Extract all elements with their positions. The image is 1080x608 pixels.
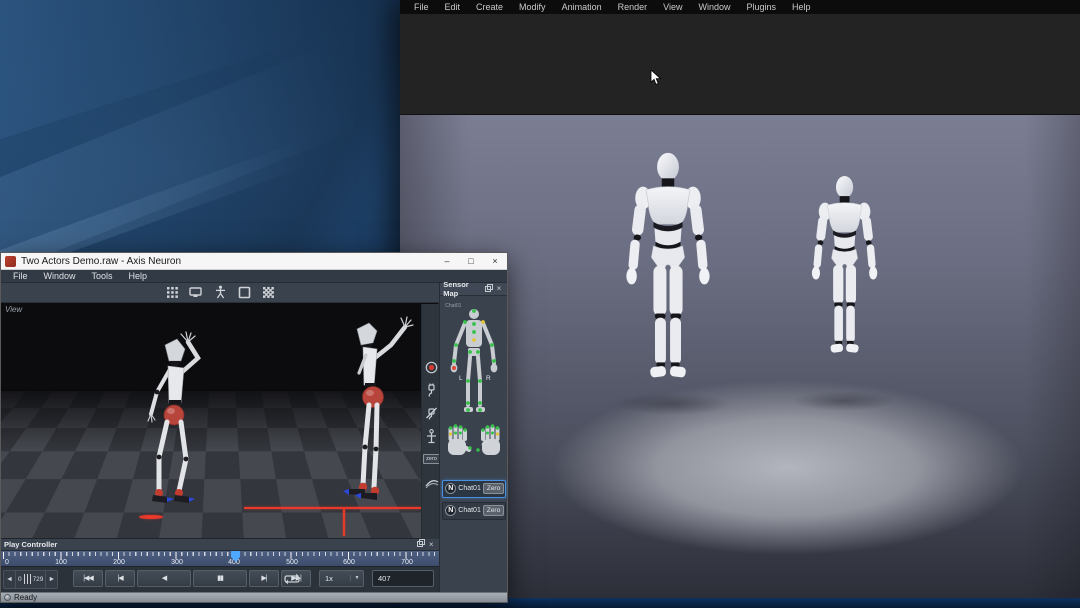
zero-button[interactable]: Zero — [483, 505, 504, 516]
close-panel-icon[interactable]: × — [426, 540, 436, 549]
desktop: { "main_app": { "menu_items": ["File","E… — [0, 0, 1080, 608]
menu-animation[interactable]: Animation — [554, 2, 610, 12]
tick-label: 100 — [55, 559, 67, 566]
menu-file[interactable]: File — [406, 2, 437, 12]
neuron-badge-icon: N — [445, 505, 456, 516]
range-end: 729 — [33, 576, 44, 583]
range-handle[interactable] — [24, 574, 31, 584]
play-backward-button[interactable]: ◀ — [137, 570, 191, 587]
axis-neuron-window: Two Actors Demo.raw - Axis Neuron – □ × … — [0, 252, 508, 603]
mannequin-female — [791, 172, 885, 400]
float-panel-icon[interactable] — [416, 539, 426, 549]
wallpaper-beam — [0, 0, 312, 155]
menu-modify[interactable]: Modify — [511, 2, 554, 12]
maximize-button[interactable]: □ — [459, 253, 483, 270]
axis-menubar: File Window Tools Help — [1, 270, 507, 283]
checker-grid-icon[interactable] — [162, 284, 182, 300]
main-top-panel — [400, 14, 1080, 115]
disconnect-plug-icon[interactable] — [424, 405, 440, 421]
float-panel-icon[interactable] — [484, 284, 494, 294]
minimize-button[interactable]: – — [435, 253, 459, 270]
menu-window[interactable]: Window — [690, 2, 738, 12]
status-bar: Ready — [1, 592, 507, 602]
status-dot-icon — [4, 594, 11, 601]
ruler-major-ticks — [3, 552, 437, 559]
menu-create[interactable]: Create — [468, 2, 511, 12]
window-title: Two Actors Demo.raw - Axis Neuron — [21, 256, 435, 267]
main-menubar: File Edit Create Modify Animation Render… — [400, 0, 1080, 14]
neuron-badge-icon: N — [445, 483, 456, 494]
transport-controls: ◄ 0 729 ► |◀◀ |◀ ◀ ▮▮ ▶| — [1, 567, 439, 592]
skeleton-actor-1 — [129, 331, 215, 521]
tick-label: 600 — [343, 559, 355, 566]
actor-row-2[interactable]: N Chat01 Zero — [442, 502, 506, 520]
curves-icon[interactable] — [424, 474, 440, 490]
hands-sensor-diagram[interactable] — [444, 421, 504, 463]
pause-button[interactable]: ▮▮ — [193, 570, 247, 587]
zero-side-button[interactable]: zero — [424, 451, 440, 467]
tick-label: 300 — [171, 559, 183, 566]
actor-figure-icon[interactable] — [210, 284, 230, 300]
speed-dropdown[interactable]: 1x ▼ — [319, 570, 364, 587]
checker-grid-icon-2[interactable] — [258, 284, 278, 300]
skip-to-start-button[interactable]: |◀◀ — [73, 570, 103, 587]
window-frame-icon[interactable] — [234, 284, 254, 300]
viewport-side-toolbar: zero — [421, 304, 441, 539]
axis-menu-file[interactable]: File — [5, 271, 36, 281]
play-controller-panel: Play Controller × 0 100 200 300 400 500 … — [1, 538, 439, 592]
tick-label: 500 — [286, 559, 298, 566]
close-panel-icon[interactable]: × — [494, 284, 504, 293]
menu-help[interactable]: Help — [784, 2, 819, 12]
actor-row-1[interactable]: N Chat01 Zero — [442, 480, 506, 498]
mannequin-male — [616, 148, 720, 400]
close-button[interactable]: × — [483, 253, 507, 270]
axis-toolbar — [1, 283, 439, 303]
axis-3d-viewport[interactable]: View — [1, 303, 439, 538]
viewport-label: View — [5, 305, 22, 314]
axis-menu-help[interactable]: Help — [121, 271, 156, 281]
display-icon[interactable] — [186, 284, 206, 300]
range-left-arrow[interactable]: ◄ — [6, 576, 13, 583]
sensor-map-title: Sensor Map — [443, 280, 484, 298]
axis-menu-window[interactable]: Window — [36, 271, 84, 281]
sensor-map-panel: Sensor Map × Chat01 — [439, 283, 507, 592]
right-hand-label: R — [486, 375, 491, 382]
actor-name: Chat01 — [458, 507, 481, 514]
skeleton-actor-2 — [323, 315, 415, 527]
menu-render[interactable]: Render — [610, 2, 656, 12]
mouse-cursor — [650, 70, 662, 86]
actor-name: Chat01 — [458, 485, 481, 492]
menu-edit[interactable]: Edit — [437, 2, 469, 12]
wallpaper-beam — [0, 45, 362, 286]
tick-label: 200 — [113, 559, 125, 566]
left-hand-label: L — [459, 375, 463, 382]
actor-list: N Chat01 Zero N Chat01 Zero — [442, 480, 506, 520]
menu-plugins[interactable]: Plugins — [739, 2, 785, 12]
actor-anchor-icon[interactable] — [424, 428, 440, 444]
zero-button[interactable]: Zero — [483, 483, 504, 494]
body-sensor-diagram[interactable]: L R — [446, 307, 502, 425]
menu-view[interactable]: View — [655, 2, 690, 12]
play-controller-title: Play Controller — [4, 540, 416, 549]
loop-icon[interactable] — [282, 571, 302, 587]
record-icon[interactable] — [424, 359, 440, 375]
range-right-arrow[interactable]: ► — [48, 576, 55, 583]
step-forward-button[interactable]: ▶| — [249, 570, 279, 587]
speed-value: 1x — [320, 574, 350, 583]
tick-label: 0 — [5, 559, 9, 566]
axis-titlebar[interactable]: Two Actors Demo.raw - Axis Neuron – □ × — [1, 253, 507, 270]
axis-menu-tools[interactable]: Tools — [84, 271, 121, 281]
chevron-down-icon[interactable]: ▼ — [350, 575, 363, 581]
range-start: 0 — [18, 576, 22, 583]
step-back-button[interactable]: |◀ — [105, 570, 135, 587]
status-text: Ready — [14, 593, 37, 602]
frame-number-field[interactable]: 407 — [372, 570, 434, 587]
range-widget[interactable]: ◄ 0 729 ► — [3, 570, 58, 589]
axis-app-icon — [5, 256, 16, 267]
connect-plug-icon[interactable] — [424, 382, 440, 398]
tick-label: 700 — [401, 559, 413, 566]
timeline-ruler[interactable]: 0 100 200 300 400 500 600 700 — [1, 551, 439, 567]
